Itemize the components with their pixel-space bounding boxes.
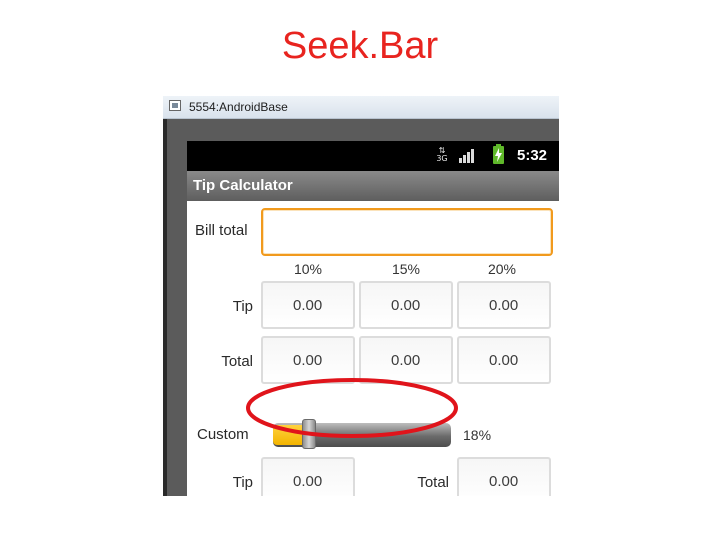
slide-title: Seek.Bar	[281, 25, 439, 67]
custom-tip-label: Tip	[232, 474, 253, 491]
status-time: 5:32	[517, 147, 548, 164]
custom-label: Custom	[197, 426, 249, 443]
network-type: 3G	[436, 154, 448, 163]
tip-20-value: 0.00	[489, 297, 519, 314]
total-row-label: Total	[221, 353, 253, 370]
custom-total-label: Total	[417, 474, 449, 491]
bill-total-input[interactable]	[261, 208, 553, 256]
status-bar: ⇅ 3G 5:32	[187, 141, 559, 171]
total-20-field: 0.00	[457, 336, 551, 384]
signal-strength-icon	[459, 149, 477, 163]
custom-tip-value: 0.00	[293, 473, 323, 490]
emulator-window-icon	[169, 100, 181, 111]
device-frame: ⇅ 3G 5:32 Tip Calculator Bill total 10% 1…	[167, 119, 559, 496]
custom-percent-value: 18%	[463, 427, 492, 443]
percent-header-15: 15%	[391, 261, 421, 277]
total-20-value: 0.00	[489, 352, 519, 369]
custom-tip-field: 0.00	[261, 457, 355, 496]
battery-charging-icon	[493, 144, 504, 164]
app-title: Tip Calculator	[193, 177, 293, 194]
tip-row-label: Tip	[232, 298, 253, 315]
phone-screen: ⇅ 3G 5:32 Tip Calculator Bill total 10% 1…	[187, 141, 559, 496]
emulator-window-title: 5554:AndroidBase	[189, 100, 288, 114]
tip-15-field: 0.00	[359, 281, 453, 329]
tip-20-field: 0.00	[457, 281, 551, 329]
emulator-titlebar[interactable]: 5554:AndroidBase	[163, 96, 559, 119]
tip-10-field: 0.00	[261, 281, 355, 329]
total-15-value: 0.00	[391, 352, 421, 369]
app-title-bar: Tip Calculator	[187, 171, 559, 201]
total-10-value: 0.00	[293, 352, 323, 369]
bill-total-label: Bill total	[195, 222, 248, 239]
percent-header-10: 10%	[293, 261, 323, 277]
tip-10-value: 0.00	[293, 297, 323, 314]
network-3g-icon: ⇅ 3G	[436, 146, 448, 163]
tip-15-value: 0.00	[391, 297, 421, 314]
custom-total-value: 0.00	[489, 473, 519, 490]
custom-total-field: 0.00	[457, 457, 551, 496]
percent-header-20: 20%	[487, 261, 517, 277]
highlight-ellipse	[246, 378, 458, 438]
